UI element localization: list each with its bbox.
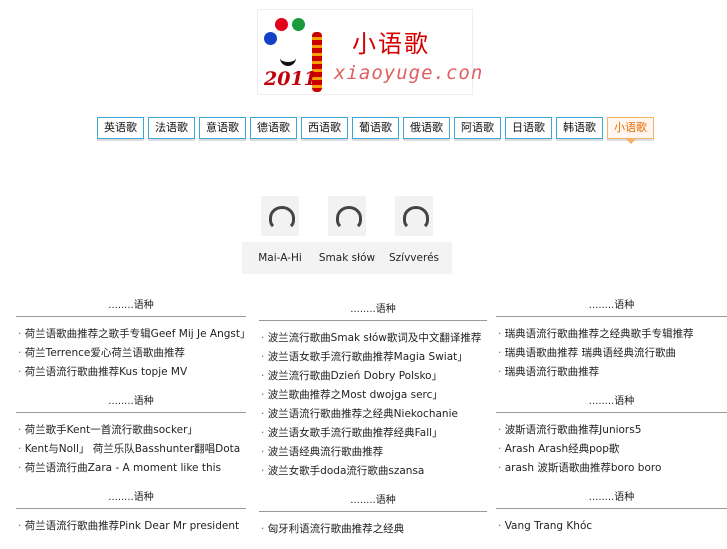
featured-songs: Mai-A-Hi Smak słów Szívverés bbox=[242, 196, 452, 274]
tab-korean[interactable]: 韩语歌 bbox=[556, 117, 603, 139]
song-list: 荷兰语歌曲推荐之歌手专辑Geef Mij Je Angst」 荷兰Terrenc… bbox=[16, 325, 246, 382]
headphones-icon bbox=[335, 206, 362, 230]
featured-label[interactable]: Szívverés bbox=[376, 242, 452, 274]
song-list: 匈牙利语流行歌曲推荐之经典 bbox=[259, 520, 487, 539]
list-item[interactable]: 波兰语女歌手流行歌曲推荐Magia Swiat」 bbox=[259, 348, 487, 367]
logo-smile-mark bbox=[280, 48, 296, 66]
list-item[interactable]: 瑞典语歌曲推荐 瑞典语经典流行歌曲 bbox=[496, 344, 727, 363]
list-item[interactable]: 波斯语流行歌曲推荐Juniors5 bbox=[496, 421, 727, 440]
section-title: ........语种 bbox=[259, 491, 487, 512]
list-item[interactable]: 荷兰Terrence爱心荷兰语歌曲推荐 bbox=[16, 344, 246, 363]
section-title: ........语种 bbox=[259, 300, 487, 321]
song-thumbnail[interactable] bbox=[327, 196, 366, 236]
list-item[interactable]: Vang Trang Khóc bbox=[496, 517, 727, 536]
section-title: ........语种 bbox=[496, 392, 727, 413]
list-item[interactable]: Arash Arash经典pop歌 bbox=[496, 440, 727, 459]
list-item[interactable]: 荷兰语流行歌曲推荐Kus topje MV bbox=[16, 363, 246, 382]
list-item[interactable]: arash 波斯语歌曲推荐boro boro bbox=[496, 459, 727, 478]
featured-label[interactable]: Mai-A-Hi bbox=[242, 242, 318, 274]
logo-green-dot bbox=[292, 18, 305, 31]
logo-site-text: xiaoyuge.con bbox=[334, 62, 484, 84]
list-item[interactable]: 波兰流行歌曲Smak słów歌词及中文翻译推荐 bbox=[259, 329, 487, 348]
list-item[interactable]: 波兰语流行歌曲推荐之经典Niekochanie bbox=[259, 405, 487, 424]
song-list: 瑞典语流行歌曲推荐之经典歌手专辑推荐 瑞典语歌曲推荐 瑞典语经典流行歌曲 瑞典语… bbox=[496, 325, 727, 382]
list-item[interactable]: 波兰歌曲推荐之Most dwojga serc」 bbox=[259, 386, 487, 405]
list-item[interactable]: 匈牙利语流行歌曲推荐之经典 bbox=[259, 520, 487, 539]
song-list: 波斯语流行歌曲推荐Juniors5 Arash Arash经典pop歌 aras… bbox=[496, 421, 727, 478]
logo-blue-dot bbox=[264, 32, 277, 45]
section-title: ........语种 bbox=[496, 488, 727, 509]
section-title: ........语种 bbox=[16, 296, 246, 317]
song-thumbnail[interactable] bbox=[394, 196, 433, 236]
list-item[interactable]: 波兰女歌手doda流行歌曲szansa bbox=[259, 462, 487, 481]
song-column-right: ........语种 瑞典语流行歌曲推荐之经典歌手专辑推荐 瑞典语歌曲推荐 瑞典… bbox=[496, 296, 727, 546]
language-nav: 英语歌 法语歌 意语歌 德语歌 西语歌 葡语歌 俄语歌 阿语歌 日语歌 韩语歌 … bbox=[97, 117, 654, 144]
song-list: 荷兰歌手Kent一首流行歌曲socker」 Kent与Noll」 荷兰乐队Bas… bbox=[16, 421, 246, 478]
list-item[interactable]: Kent与Noll」 荷兰乐队Basshunter翻唱Dota bbox=[16, 440, 246, 459]
section-title: ........语种 bbox=[16, 488, 246, 509]
logo-year: 2011 bbox=[264, 68, 317, 90]
song-list: 波兰流行歌曲Smak słów歌词及中文翻译推荐 波兰语女歌手流行歌曲推荐Mag… bbox=[259, 329, 487, 481]
list-item[interactable]: 荷兰语流行歌曲推荐Pink Dear Mr president bbox=[16, 517, 246, 536]
tab-english[interactable]: 英语歌 bbox=[97, 117, 144, 139]
song-list: Vang Trang Khóc bbox=[496, 517, 727, 536]
tab-french[interactable]: 法语歌 bbox=[148, 117, 195, 139]
section-title: ........语种 bbox=[496, 296, 727, 317]
featured-item[interactable]: Smak słów bbox=[309, 196, 385, 274]
list-item[interactable]: 瑞典语流行歌曲推荐 bbox=[496, 363, 727, 382]
headphones-icon bbox=[402, 206, 429, 230]
song-column-left: ........语种 荷兰语歌曲推荐之歌手专辑Geef Mij Je Angst… bbox=[16, 296, 246, 546]
tab-russian[interactable]: 俄语歌 bbox=[403, 117, 450, 139]
section-title: ........语种 bbox=[16, 392, 246, 413]
tab-italian[interactable]: 意语歌 bbox=[199, 117, 246, 139]
song-list: 荷兰语流行歌曲推荐Pink Dear Mr president bbox=[16, 517, 246, 536]
list-item[interactable]: 瑞典语流行歌曲推荐之经典歌手专辑推荐 bbox=[496, 325, 727, 344]
tab-minor-languages[interactable]: 小语歌 bbox=[607, 117, 654, 144]
list-item[interactable]: 荷兰语歌曲推荐之歌手专辑Geef Mij Je Angst」 bbox=[16, 325, 246, 344]
song-thumbnail[interactable] bbox=[260, 196, 299, 236]
logo-title: 小语歌 bbox=[352, 30, 430, 58]
list-item[interactable]: 波兰流行歌曲Dzień Dobry Polsko」 bbox=[259, 367, 487, 386]
song-column-middle: ........语种 波兰流行歌曲Smak słów歌词及中文翻译推荐 波兰语女… bbox=[259, 300, 487, 549]
tab-japanese[interactable]: 日语歌 bbox=[505, 117, 552, 139]
list-item[interactable]: 荷兰歌手Kent一首流行歌曲socker」 bbox=[16, 421, 246, 440]
headphones-icon bbox=[268, 206, 295, 230]
featured-item[interactable]: Mai-A-Hi bbox=[242, 196, 318, 274]
featured-label[interactable]: Smak słów bbox=[309, 242, 385, 274]
tab-portuguese[interactable]: 葡语歌 bbox=[352, 117, 399, 139]
list-item[interactable]: 波兰语女歌手流行歌曲推荐经典Fall」 bbox=[259, 424, 487, 443]
list-item[interactable]: 波兰语经典流行歌曲推荐 bbox=[259, 443, 487, 462]
tab-arabic[interactable]: 阿语歌 bbox=[454, 117, 501, 139]
list-item[interactable]: 荷兰语流行曲Zara - A moment like this bbox=[16, 459, 246, 478]
featured-item[interactable]: Szívverés bbox=[376, 196, 452, 274]
tab-spanish[interactable]: 西语歌 bbox=[301, 117, 348, 139]
tab-german[interactable]: 德语歌 bbox=[250, 117, 297, 139]
site-logo[interactable]: 2011 小语歌 xiaoyuge.con bbox=[257, 9, 482, 95]
logo-red-dot bbox=[275, 18, 288, 31]
